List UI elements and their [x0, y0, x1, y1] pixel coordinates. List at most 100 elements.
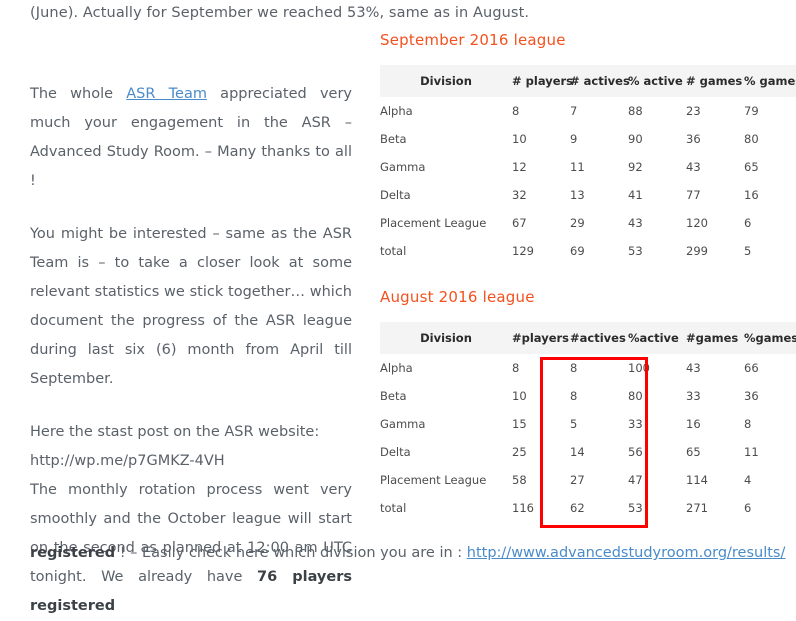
cell-division: Beta — [380, 389, 407, 403]
cell-games-pct: 5 — [744, 244, 752, 258]
cell-games: 299 — [686, 244, 708, 258]
cell-players: 8 — [512, 361, 520, 375]
cell-actives: 14 — [570, 445, 585, 459]
cell-players: 10 — [512, 389, 527, 403]
cell-games: 33 — [686, 389, 701, 403]
cell-actives: 7 — [570, 104, 578, 118]
cell-actives: 29 — [570, 216, 585, 230]
table-row: Gamma 12 11 92 43 65 — [380, 153, 796, 181]
cell-players: 67 — [512, 216, 527, 230]
cell-players: 58 — [512, 473, 527, 487]
cell-players: 12 — [512, 160, 527, 174]
table-section-gap — [380, 265, 780, 287]
stats-tables-column: September 2016 league Division # players… — [380, 30, 796, 522]
cell-games: 36 — [686, 132, 701, 146]
table-row: Alpha 8 8 100 43 66 — [380, 354, 796, 382]
cell-actives: 5 — [570, 417, 578, 431]
cell-games-pct: 8 — [744, 417, 752, 431]
cell-actives: 11 — [570, 160, 585, 174]
table-row-total: total 129 69 53 299 5 — [380, 237, 796, 265]
table-row: Gamma 15 5 33 16 8 — [380, 410, 796, 438]
intro-line: (June). Actually for September we reache… — [30, 5, 530, 21]
cell-division: Alpha — [380, 104, 413, 118]
col-header-players: # players — [512, 65, 573, 97]
cell-games-pct: 66 — [744, 361, 759, 375]
cell-active-pct: 43 — [628, 216, 643, 230]
table-row: Alpha 8 7 88 23 79 — [380, 97, 796, 125]
august-league-table: Division #players #actives %active #game… — [380, 322, 796, 522]
cell-active-pct: 53 — [628, 244, 643, 258]
cell-active-pct: 100 — [628, 361, 650, 375]
table-header-row: Division #players #actives %active #game… — [380, 322, 796, 354]
table-row: Delta 25 14 56 65 11 — [380, 438, 796, 466]
wpme-url-text: http://wp.me/p7GMKZ-4VH — [30, 453, 225, 469]
cell-players: 116 — [512, 501, 534, 515]
cell-players: 25 — [512, 445, 527, 459]
cell-games: 65 — [686, 445, 701, 459]
cell-active-pct: 47 — [628, 473, 643, 487]
col-header-games-pct: %games — [744, 322, 796, 354]
cell-division: Gamma — [380, 160, 426, 174]
cell-games: 120 — [686, 216, 708, 230]
cell-games-pct: 6 — [744, 501, 752, 515]
cell-players: 15 — [512, 417, 527, 431]
paragraph-thanks-prefix: The whole — [30, 86, 127, 102]
cell-active-pct: 80 — [628, 389, 643, 403]
cell-games: 271 — [686, 501, 708, 515]
cell-actives: 9 — [570, 132, 578, 146]
asr-results-link[interactable]: http://www.advancedstudyroom.org/results… — [467, 545, 786, 561]
cell-games: 23 — [686, 104, 701, 118]
cell-games-pct: 65 — [744, 160, 759, 174]
col-header-games-pct: % games — [744, 65, 796, 97]
cell-games-pct: 16 — [744, 188, 759, 202]
cell-games: 77 — [686, 188, 701, 202]
asr-team-link[interactable]: ASR Team — [126, 86, 207, 102]
cell-players: 32 — [512, 188, 527, 202]
cell-games-pct: 36 — [744, 389, 759, 403]
cell-players: 8 — [512, 104, 520, 118]
cell-division: Delta — [380, 445, 411, 459]
cell-actives: 8 — [570, 389, 578, 403]
col-header-division: Division — [380, 65, 512, 97]
paragraph-stats-post-url: http://wp.me/p7GMKZ-4VH — [30, 447, 352, 476]
cell-active-pct: 33 — [628, 417, 643, 431]
table-row: Delta 32 13 41 77 16 — [380, 181, 796, 209]
cell-games: 114 — [686, 473, 708, 487]
col-header-active-pct: %active — [628, 322, 686, 354]
table-row: Placement League 67 29 43 120 6 — [380, 209, 796, 237]
cell-games: 16 — [686, 417, 701, 431]
cell-games-pct: 4 — [744, 473, 752, 487]
col-header-active-pct: % active — [628, 65, 686, 97]
cell-division: total — [380, 244, 407, 258]
cell-division: Gamma — [380, 417, 426, 431]
table-row-total: total 116 62 53 271 6 — [380, 494, 796, 522]
table-row: Beta 10 9 90 36 80 — [380, 125, 796, 153]
cell-division: total — [380, 501, 407, 515]
col-header-games: #games — [686, 322, 744, 354]
cell-actives: 69 — [570, 244, 585, 258]
cell-division: Delta — [380, 188, 411, 202]
cell-active-pct: 92 — [628, 160, 643, 174]
cell-actives: 27 — [570, 473, 585, 487]
cell-division: Placement League — [380, 216, 487, 230]
col-header-players: #players — [512, 322, 570, 354]
cell-games: 43 — [686, 361, 701, 375]
table-row: Beta 10 8 80 33 36 — [380, 382, 796, 410]
results-link-line: registered ! – Easily check here which d… — [30, 540, 785, 566]
cell-games-pct: 80 — [744, 132, 759, 146]
cell-actives: 62 — [570, 501, 585, 515]
cell-players: 10 — [512, 132, 527, 146]
cell-active-pct: 53 — [628, 501, 643, 515]
cell-games: 43 — [686, 160, 701, 174]
cell-games-pct: 79 — [744, 104, 759, 118]
col-header-actives: # actives — [570, 65, 630, 97]
august-table-title: August 2016 league — [380, 288, 535, 306]
registered-word: registered — [30, 545, 116, 561]
cell-active-pct: 56 — [628, 445, 643, 459]
cell-division: Placement League — [380, 473, 487, 487]
results-line-text: ! – Easily check here which division you… — [115, 545, 467, 561]
cell-games-pct: 6 — [744, 216, 752, 230]
cell-players: 129 — [512, 244, 534, 258]
cell-active-pct: 41 — [628, 188, 643, 202]
cell-actives: 8 — [570, 361, 578, 375]
